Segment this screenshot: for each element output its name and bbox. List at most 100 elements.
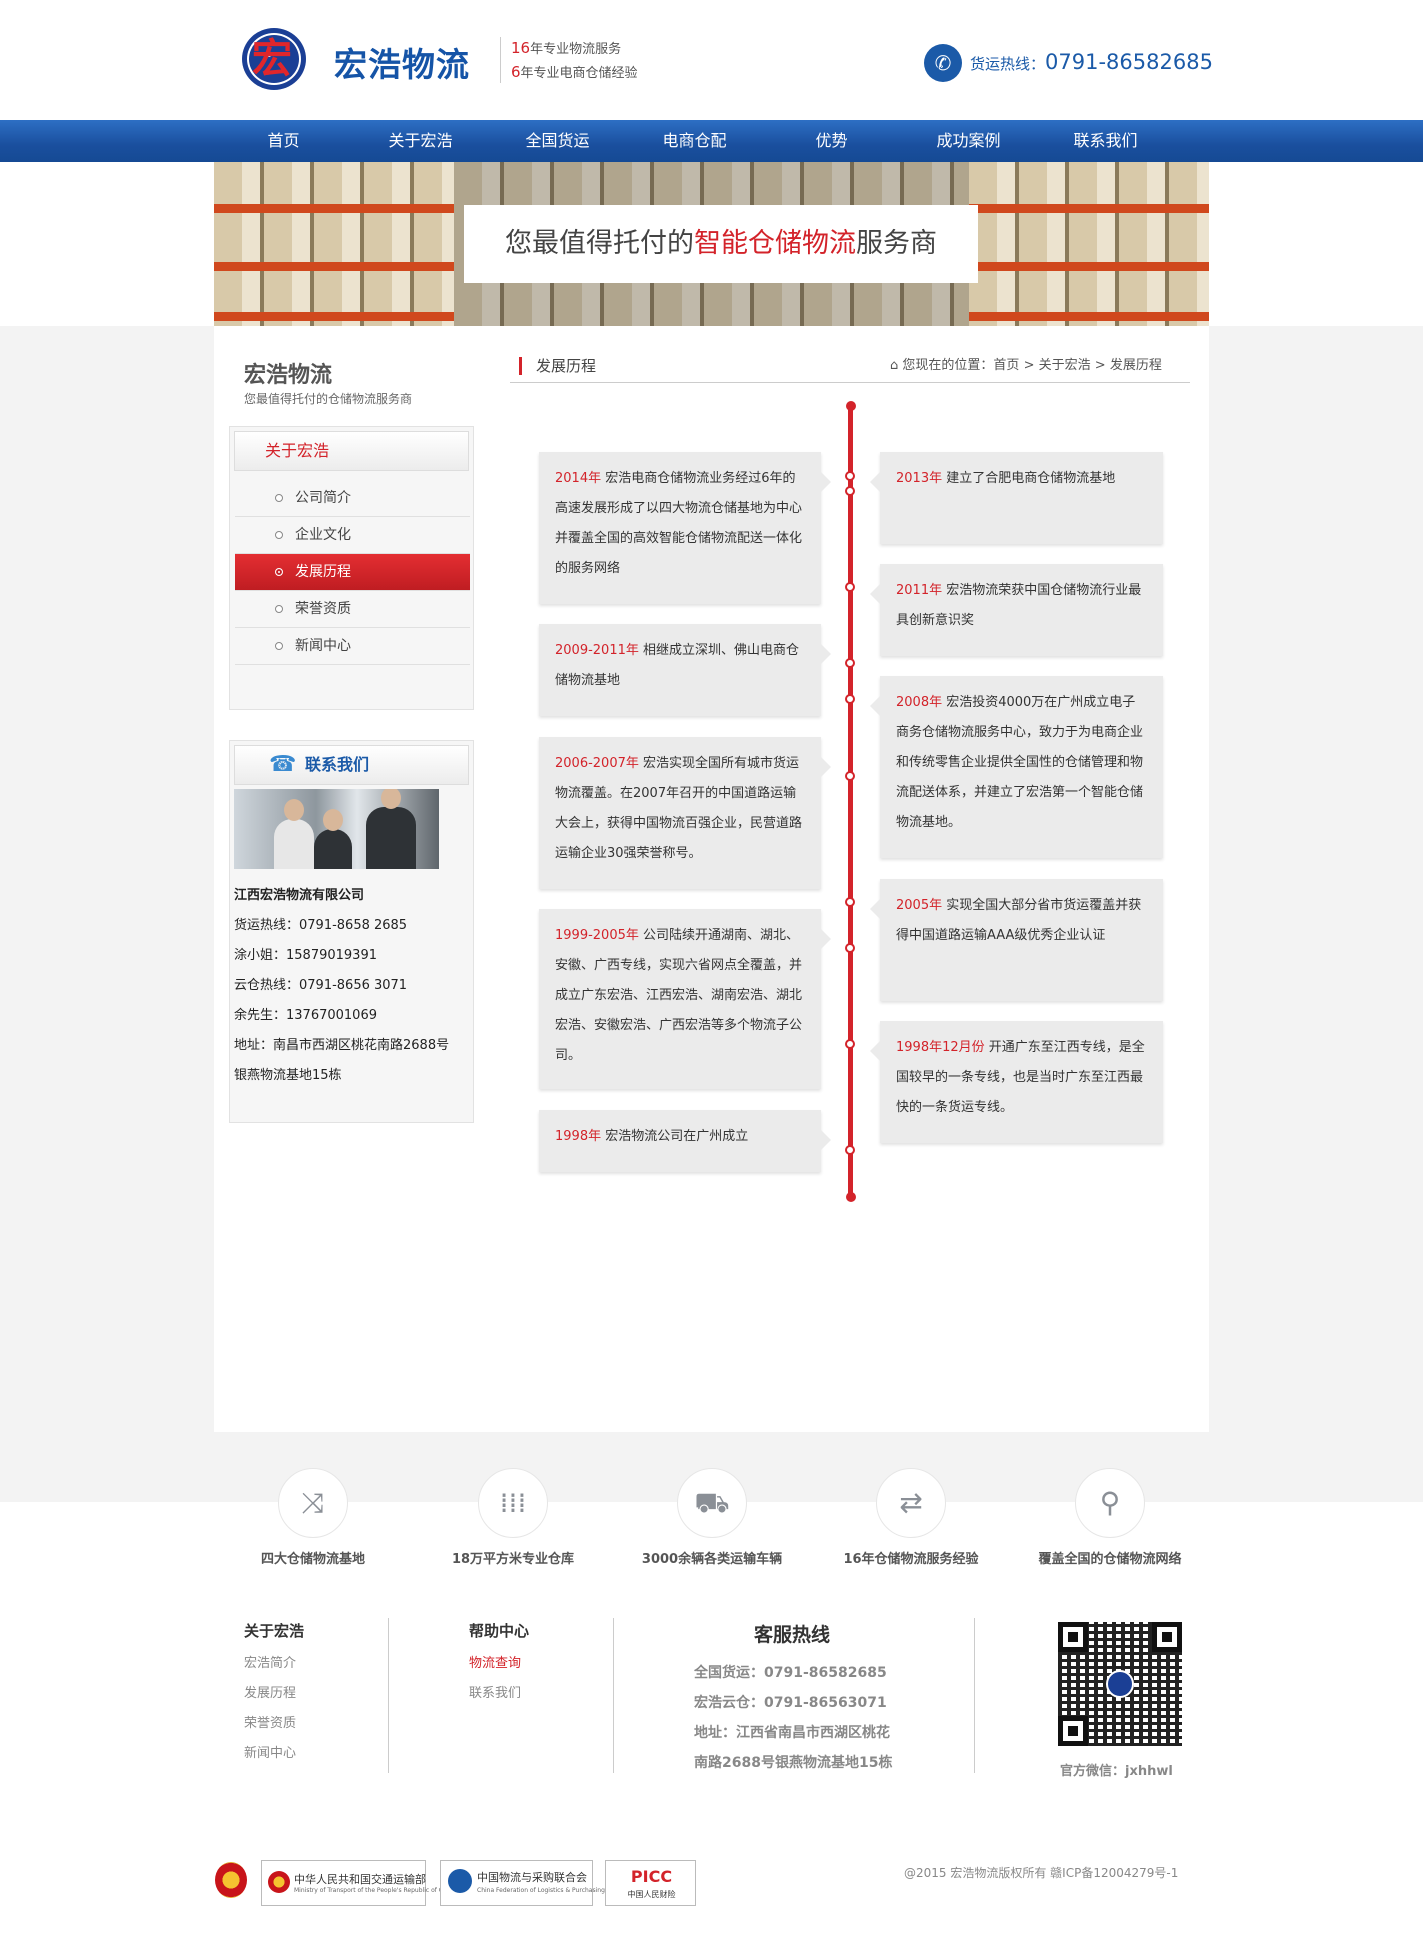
- bullet-icon: [275, 568, 283, 576]
- timeline-event-1998-12: 1998年12月份 开通广东至江西专线，是全国较早的一条专线，也是当时广东至江西…: [870, 1021, 1163, 1143]
- badge-ministry-of-transport[interactable]: 中华人民共和国交通运输部 Ministry of Transport of th…: [261, 1860, 456, 1906]
- footer-divider: [974, 1618, 975, 1773]
- contact-details: 江西宏浩物流有限公司 货运热线：0791-8658 2685 涂小姐：15879…: [234, 881, 474, 1091]
- hotline-text: 货运热线：0791-86582685: [970, 50, 1213, 74]
- footer-hotline-title: 客服热线: [754, 1624, 831, 1646]
- site-logo[interactable]: 宏 宏浩物流: [242, 28, 490, 90]
- badge-cflp[interactable]: 中国物流与采购联合会 China Federation of Logistics…: [440, 1860, 605, 1906]
- bullet-icon: [275, 531, 283, 539]
- logo-glyph: 宏: [252, 35, 292, 82]
- hotline-number: 0791-86582685: [1045, 50, 1213, 74]
- footer-link-tracking[interactable]: 物流查询: [469, 1649, 529, 1679]
- section-title: 发展历程: [519, 357, 596, 375]
- feature-item: ⚲ 覆盖全国的仓储物流网络: [1010, 1468, 1210, 1567]
- contact-line: 货运热线：0791-8658 2685: [234, 918, 408, 933]
- timeline-node: [845, 897, 855, 907]
- feature-item: ⛟ 3000余辆各类运输车辆: [612, 1468, 812, 1567]
- sidebar-contact-box: ☎ 联系我们 江西宏浩物流有限公司 货运热线：0791-8658 2685 涂小姐…: [229, 740, 474, 1123]
- warehouse-shelves-left: [214, 162, 454, 326]
- home-icon: ⌂: [890, 358, 899, 373]
- warehouse-shelves-right: [969, 162, 1209, 326]
- timeline-event-2009-2011: 2009-2011年 相继成立深圳、佛山电商仓储物流基地: [539, 624, 831, 716]
- breadcrumb: ⌂ 您现在的位置：首页 > 关于宏浩 > 发展历程: [890, 358, 1162, 373]
- sidebar-item-history[interactable]: 发展历程: [235, 554, 470, 591]
- sidebar-title: 宏浩物流: [244, 363, 333, 388]
- bullet-icon: [275, 605, 283, 613]
- nav-cases[interactable]: 成功案例: [900, 120, 1037, 162]
- sidebar-item-honors[interactable]: 荣誉资质: [235, 591, 470, 628]
- timeline-node: [845, 943, 855, 953]
- footer-about: 关于宏浩 宏浩简介 发展历程 荣誉资质 新闻中心: [244, 1620, 304, 1769]
- sidebar-item-culture[interactable]: 企业文化: [235, 517, 470, 554]
- nav-advantages[interactable]: 优势: [763, 120, 900, 162]
- contact-company: 江西宏浩物流有限公司: [234, 888, 365, 903]
- sidebar-menu-title: 关于宏浩: [234, 431, 469, 471]
- sidebar-menu-box: 关于宏浩 公司简介 企业文化 发展历程 荣誉资质 新闻中心: [229, 426, 474, 710]
- timeline-node: [845, 471, 855, 481]
- cflp-logo-icon: [448, 1869, 472, 1893]
- breadcrumb-current[interactable]: 发展历程: [1110, 358, 1162, 373]
- timeline-node: [845, 1145, 855, 1155]
- footer-link[interactable]: 发展历程: [244, 1679, 304, 1709]
- timeline-node: [845, 486, 855, 496]
- sidebar-item-news[interactable]: 新闻中心: [235, 628, 470, 665]
- header-hotline: ✆ 货运热线：0791-86582685: [924, 44, 1213, 82]
- slogan-line-1: 16年专业物流服务: [511, 39, 622, 57]
- hero-banner: 您最值得托付的智能仓储物流服务商: [214, 162, 1209, 326]
- badge-picc[interactable]: PICC 中国人民财险: [605, 1860, 696, 1906]
- contact-line: 银燕物流基地15栋: [234, 1068, 342, 1083]
- slogan-line-2: 6年专业电商仓储经验: [511, 63, 638, 81]
- contact-line: 云仓热线：0791-8656 3071: [234, 978, 408, 993]
- nav-contact[interactable]: 联系我们: [1037, 120, 1174, 162]
- nav-about[interactable]: 关于宏浩: [352, 120, 489, 162]
- footer-link[interactable]: 宏浩简介: [244, 1649, 304, 1679]
- timeline-node: [845, 658, 855, 668]
- contact-title: ☎ 联系我们: [234, 745, 469, 785]
- nav-home[interactable]: 首页: [215, 120, 352, 162]
- timeline-end-dot: [846, 1192, 856, 1202]
- bullet-icon: [275, 494, 283, 502]
- timeline-event-2013: 2013年 建立了合肥电商仓储物流基地: [870, 452, 1163, 544]
- copyright: @2015 宏浩物流版权所有 赣ICP备12004279号-1: [904, 1866, 1179, 1880]
- footer-link-contact[interactable]: 联系我们: [469, 1679, 529, 1709]
- ministry-emblem-icon: [268, 1871, 290, 1893]
- breadcrumb-about[interactable]: 关于宏浩: [1039, 358, 1091, 373]
- timeline-event-1998: 1998年 宏浩物流公司在广州成立: [539, 1110, 831, 1172]
- timeline-node: [845, 771, 855, 781]
- footer-hotline-lines: 全国货运：0791-86582685 宏浩云仓：0791-86563071 地址…: [694, 1665, 893, 1771]
- bullet-icon: [275, 642, 283, 650]
- timeline-node: [845, 582, 855, 592]
- contact-line: 地址：南昌市西湖区桃花南路2688号: [234, 1038, 450, 1053]
- site-header: 宏 宏浩物流 16年专业物流服务 6年专业电商仓储经验 ✆ 货运热线：0791-…: [0, 0, 1423, 120]
- breadcrumb-home[interactable]: 首页: [993, 358, 1019, 373]
- wechat-label: 官方微信：jxhhwl: [1060, 1764, 1173, 1779]
- national-emblem-icon: [215, 1862, 247, 1898]
- telephone-icon: ☎: [269, 752, 297, 777]
- phone-icon: ✆: [924, 44, 962, 82]
- feature-item: ⤨ 四大仓储物流基地: [213, 1468, 413, 1567]
- truck-icon: ⛟: [677, 1468, 747, 1538]
- repeat-icon: ⇄: [876, 1468, 946, 1538]
- location-icon: ⚲: [1075, 1468, 1145, 1538]
- sidebar-menu: 公司简介 企业文化 发展历程 荣誉资质 新闻中心: [235, 480, 470, 665]
- sidebar-subtitle: 您最值得托付的仓储物流服务商: [244, 392, 413, 406]
- contact-photo: [234, 789, 439, 869]
- main-nav: 首页 关于宏浩 全国货运 电商仓配 优势 成功案例 联系我们: [0, 120, 1423, 162]
- timeline-node: [845, 694, 855, 704]
- nav-ecommerce-warehousing[interactable]: 电商仓配: [626, 120, 763, 162]
- header-slogan: 16年专业物流服务 6年专业电商仓储经验: [500, 37, 680, 83]
- footer-divider: [388, 1618, 389, 1773]
- contact-line: 余先生：13767001069: [234, 1008, 377, 1023]
- shuffle-icon: ⤨: [278, 1468, 348, 1538]
- section-divider: [510, 382, 1190, 383]
- contact-line: 涂小姐：15879019391: [234, 948, 377, 963]
- footer-link[interactable]: 荣誉资质: [244, 1709, 304, 1739]
- timeline-start-dot: [846, 401, 856, 411]
- timeline-axis: [848, 405, 853, 1199]
- sidebar-item-company-profile[interactable]: 公司简介: [235, 480, 470, 517]
- nav-national-freight[interactable]: 全国货运: [489, 120, 626, 162]
- footer-link[interactable]: 新闻中心: [244, 1739, 304, 1769]
- timeline-event-2011: 2011年 宏浩物流荣获中国仓储物流行业最具创新意识奖: [870, 564, 1163, 656]
- timeline-event-2008: 2008年 宏浩投资4000万在广州成立电子商务仓储物流服务中心，致力于为电商企…: [870, 676, 1163, 858]
- footer-help: 帮助中心 物流查询 联系我们: [469, 1620, 529, 1709]
